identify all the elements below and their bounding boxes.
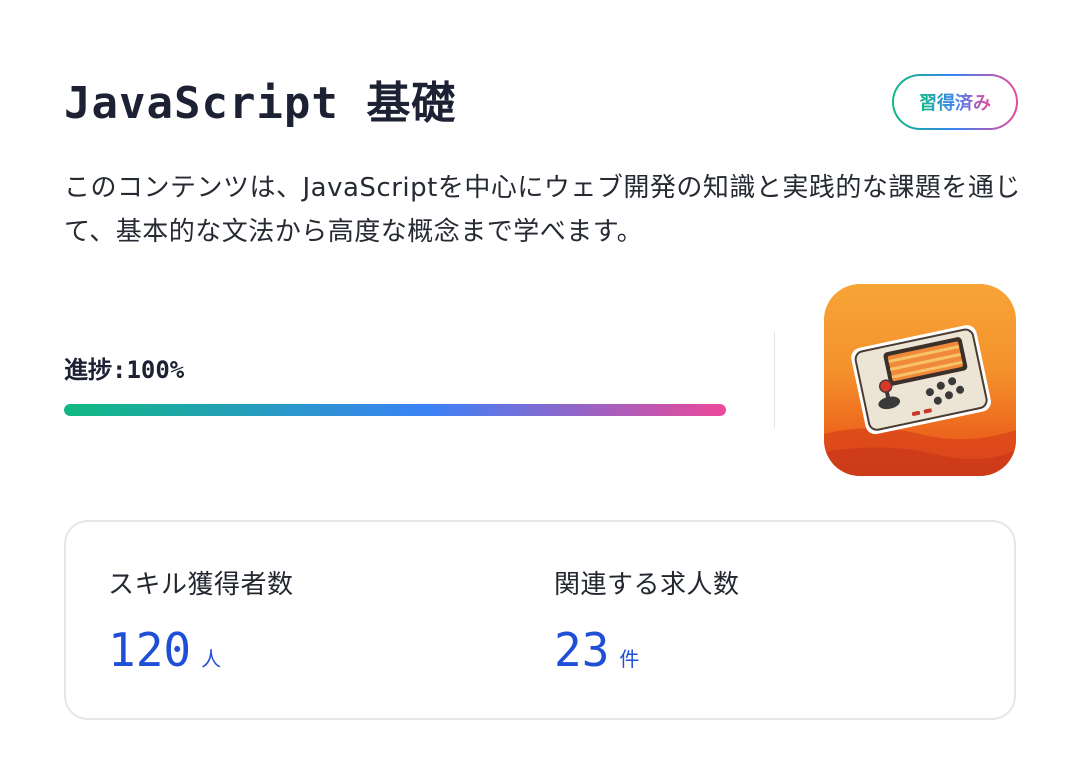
page-title: JavaScript 基礎: [64, 78, 457, 129]
stat-unit: 件: [619, 647, 640, 671]
stat-unit: 人: [201, 647, 222, 671]
course-description: このコンテンツは、JavaScriptを中心にウェブ開発の知識と実践的な課題を通…: [64, 173, 1021, 247]
stat-label: スキル獲得者数: [108, 570, 294, 600]
stats-card: スキル獲得者数 120 人 関連する求人数 23 件: [64, 520, 1016, 720]
vertical-divider: [774, 332, 775, 428]
retro-game-console-icon: [824, 325, 1016, 476]
stat-label: 関連する求人数: [554, 570, 740, 600]
progress-bar: [64, 404, 726, 416]
stat-value-row: 120 人: [108, 623, 294, 677]
stat-value: 23: [554, 623, 610, 677]
stat-skill-holders: スキル獲得者数 120 人: [108, 564, 294, 677]
course-thumbnail[interactable]: [824, 284, 1016, 476]
stat-value-row: 23 件: [554, 623, 740, 677]
progress-label: 進捗:100%: [64, 356, 185, 384]
stat-related-jobs: 関連する求人数 23 件: [554, 564, 740, 677]
status-badge-label: 習得済み: [919, 89, 991, 115]
stat-value: 120: [108, 623, 192, 677]
status-badge: 習得済み: [892, 74, 1018, 130]
progress-bar-fill: [64, 404, 726, 416]
